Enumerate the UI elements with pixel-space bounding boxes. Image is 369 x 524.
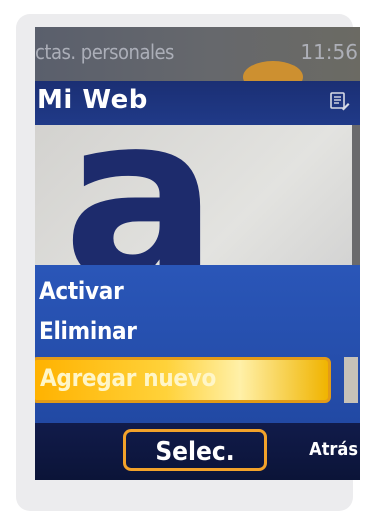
select-softkey-button[interactable]: Selec. — [123, 429, 267, 471]
status-time: 11:56 — [300, 40, 358, 64]
softkey-bar: Selec. Atrás — [35, 423, 360, 480]
status-title: ctas. personales — [35, 40, 174, 64]
menu-item-activar[interactable]: Activar — [39, 277, 124, 305]
edit-icon — [330, 92, 350, 111]
phone-screen: ctas. personales 11:56 Mi Web a Activar … — [35, 27, 360, 480]
menu-item-eliminar[interactable]: Eliminar — [39, 317, 137, 345]
menu-item-agregar-nuevo[interactable]: Agregar nuevo — [35, 357, 331, 403]
back-softkey-button[interactable]: Atrás — [309, 439, 358, 460]
options-menu: Activar Eliminar Agregar nuevo — [35, 265, 360, 423]
menu-scrollbar — [344, 357, 358, 403]
